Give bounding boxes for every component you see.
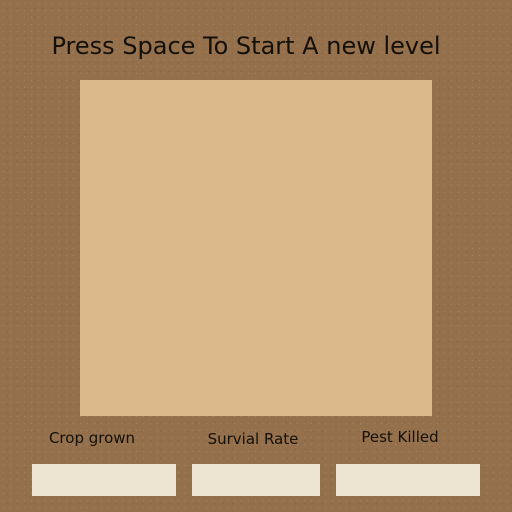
crop-grown-value-box [32,464,176,496]
survival-rate-value-box [192,464,320,496]
game-field[interactable] [80,80,432,416]
crop-grown-label: Crop grown [48,429,136,447]
survival-rate-label: Survial Rate [207,430,299,448]
pest-killed-value-box [336,464,480,496]
start-level-prompt: Press Space To Start A new level [51,32,441,60]
pest-killed-label: Pest Killed [361,428,439,446]
